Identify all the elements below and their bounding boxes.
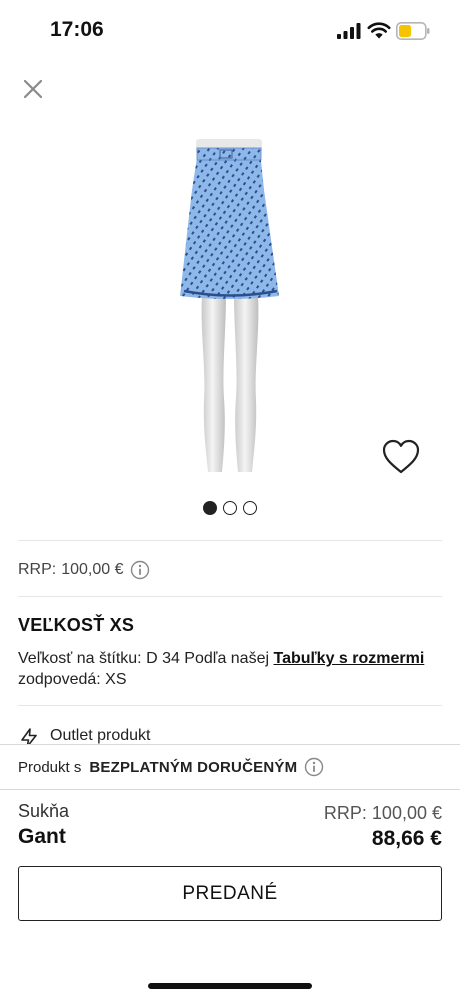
outlet-label: Outlet produkt [50,727,151,744]
product-brand: Gant [18,825,66,848]
size-description: Veľkosť na štítku: D 34 Podľa našej Tabu… [18,648,448,690]
divider [18,705,442,706]
status-bar: 17:06 [0,0,460,60]
product-category: Sukňa [18,801,70,821]
home-indicator [148,983,312,989]
divider [0,789,460,790]
status-time: 17:06 [50,18,104,41]
delivery-strong: BEZPLATNÝM DORUČENÝM [89,758,298,776]
size-heading: VEĽKOSŤ XS [18,615,135,635]
pagination-dot-2[interactable] [223,501,237,515]
divider [18,540,442,541]
image-pagination [0,501,460,517]
price-rrp-label: RRP: [323,803,367,823]
sold-button[interactable]: PREDANÉ [18,866,442,921]
product-image [180,139,279,472]
size-text-before: Veľkosť na štítku: D 34 Podľa našej [18,650,274,667]
info-icon[interactable] [130,560,150,580]
pagination-dot-1[interactable] [203,501,217,515]
bottom-panel: Produkt s BEZPLATNÝM DORUČENÝM Sukňa Gan… [0,744,460,996]
rrp-label: RRP: [18,561,57,578]
size-chart-link[interactable]: Tabuľky s rozmermi [273,650,424,667]
info-icon[interactable] [304,757,324,777]
delivery-row: Produkt s BEZPLATNÝM DORUČENÝM [18,757,324,777]
wifi-icon [367,22,391,39]
cellular-signal-icon [337,23,361,39]
battery-low-icon [396,22,430,40]
close-icon[interactable] [20,76,46,102]
divider [18,596,442,597]
price-rrp: RRP: 100,00 € [324,803,442,824]
pagination-dot-3[interactable] [243,501,257,515]
size-text-after: zodpovedá: XS [18,671,127,688]
heart-outline-icon[interactable] [381,437,421,477]
rrp-value: 100,00 € [61,561,124,578]
price-rrp-value: 100,00 € [371,803,442,823]
delivery-prefix: Produkt s [18,758,82,776]
rrp-row: RRP: 100,00 € [18,558,150,582]
price-final: 88,66 € [371,827,442,850]
